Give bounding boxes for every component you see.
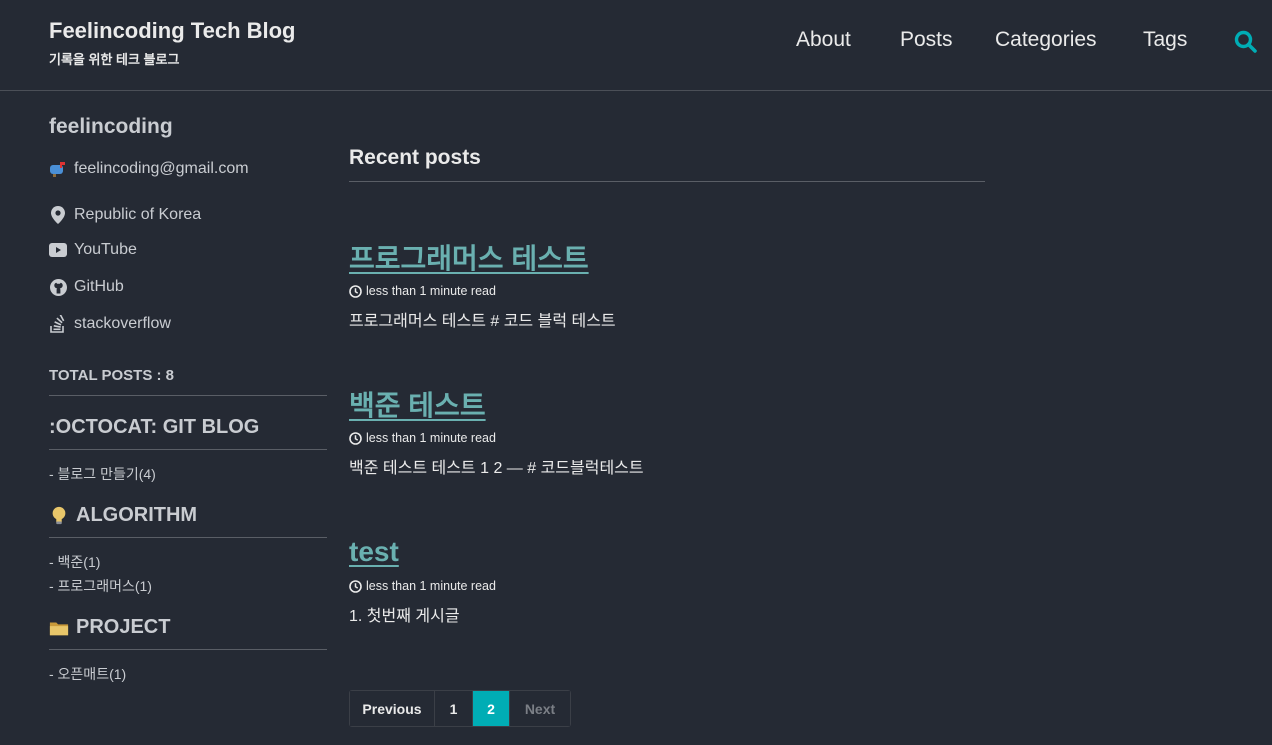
post-read-time: less than 1 minute read — [366, 579, 496, 593]
author-email-link[interactable]: feelincoding@gmail.com — [49, 158, 249, 180]
post-excerpt: 1. 첫번째 게시글 — [349, 608, 460, 625]
author-location-label: Republic of Korea — [74, 206, 202, 223]
author-github-label: GitHub — [74, 278, 124, 295]
nav-tags[interactable]: Tags — [1143, 28, 1187, 52]
divider — [49, 395, 327, 396]
post-title[interactable]: test — [349, 536, 399, 568]
folder-icon — [49, 622, 69, 635]
site-subtitle: 기록을 위한 테크 블로그 — [49, 52, 180, 67]
post-title[interactable]: 백준 테스트 — [349, 384, 486, 424]
section-title: Recent posts — [349, 146, 481, 169]
clock-icon — [349, 284, 362, 298]
page-1-button[interactable]: 1 — [435, 691, 473, 726]
mailbox-icon — [49, 160, 67, 178]
divider — [49, 649, 327, 650]
post-excerpt: 프로그래머스 테스트 # 코드 블럭 테스트 — [349, 313, 616, 330]
stackoverflow-icon — [49, 315, 67, 333]
total-posts: TOTAL POSTS : 8 — [49, 367, 175, 384]
nav-posts[interactable]: Posts — [900, 28, 953, 52]
divider — [49, 449, 327, 450]
category-item-baekjoon[interactable]: - 백준(1) — [49, 552, 100, 572]
author-email: feelincoding@gmail.com — [74, 160, 249, 177]
post-title[interactable]: 프로그래머스 테스트 — [349, 237, 589, 277]
category-item-openmat[interactable]: - 오픈매트(1) — [49, 664, 126, 684]
section-divider — [349, 181, 985, 182]
lightbulb-icon — [52, 506, 66, 524]
category-algorithm[interactable]: ALGORITHM — [49, 504, 327, 527]
author-name: feelincoding — [49, 115, 173, 138]
next-page-button[interactable]: Next — [510, 691, 570, 726]
masthead: Feelincoding Tech Blog 기록을 위한 테크 블로그 Abo… — [0, 0, 1272, 91]
divider — [49, 537, 327, 538]
post-meta: less than 1 minute read — [349, 578, 496, 594]
search-icon — [1234, 30, 1257, 53]
nav-categories[interactable]: Categories — [995, 28, 1097, 52]
youtube-icon — [49, 241, 67, 259]
previous-page-button[interactable]: Previous — [350, 691, 435, 726]
post-excerpt: 백준 테스트 테스트 1 2 — # 코드블럭테스트 — [349, 460, 644, 477]
category-project[interactable]: PROJECT — [49, 616, 327, 639]
author-youtube-label: YouTube — [74, 241, 137, 258]
category-git-blog-title: :OCTOCAT: GIT BLOG — [49, 416, 260, 438]
author-location: Republic of Korea — [49, 204, 201, 226]
post-read-time: less than 1 minute read — [366, 284, 496, 298]
site-title[interactable]: Feelincoding Tech Blog — [49, 18, 296, 44]
nav-about[interactable]: About — [796, 28, 851, 52]
author-youtube-link[interactable]: YouTube — [49, 239, 137, 261]
page-2-button-current[interactable]: 2 — [473, 691, 510, 726]
category-algorithm-title: ALGORITHM — [76, 504, 198, 526]
category-project-title: PROJECT — [76, 616, 171, 638]
github-icon — [49, 278, 67, 296]
clock-icon — [349, 431, 362, 445]
clock-icon — [349, 579, 362, 593]
map-marker-icon — [49, 206, 67, 224]
post-meta: less than 1 minute read — [349, 430, 496, 446]
category-item-programmers[interactable]: - 프로그래머스(1) — [49, 576, 152, 596]
search-button[interactable] — [1233, 29, 1259, 55]
pagination: Previous 1 2 Next — [349, 690, 571, 727]
category-git-blog[interactable]: :OCTOCAT: GIT BLOG — [49, 416, 327, 439]
category-item-blog[interactable]: - 블로그 만들기(4) — [49, 464, 156, 484]
author-stackoverflow-link[interactable]: stackoverflow — [49, 313, 171, 335]
post-read-time: less than 1 minute read — [366, 431, 496, 445]
author-github-link[interactable]: GitHub — [49, 276, 124, 298]
author-stackoverflow-label: stackoverflow — [74, 315, 171, 332]
post-meta: less than 1 minute read — [349, 283, 496, 299]
